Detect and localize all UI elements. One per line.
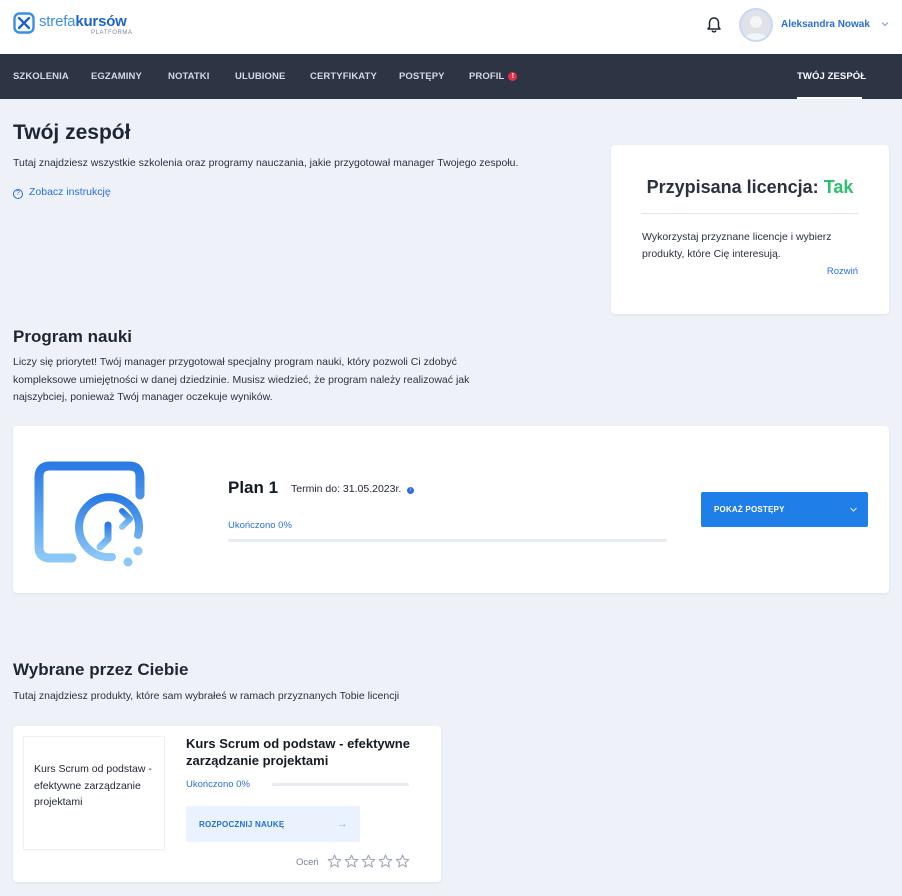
star-icon[interactable]: [327, 854, 342, 869]
logo-subtitle: PLATFORMA: [91, 30, 133, 36]
license-title: Przypisana licencja: Tak: [611, 177, 889, 198]
logo[interactable]: strefakursów PLATFORMA: [13, 12, 143, 42]
divider: [641, 213, 859, 214]
instructions-link-label: Zobacz instrukcję: [29, 186, 111, 198]
show-progress-button[interactable]: POKAŻ POSTĘPY: [701, 492, 868, 527]
course-title[interactable]: Kurs Scrum od podstaw - efektywne zarząd…: [186, 736, 426, 769]
logo-text: strefakursów: [39, 13, 127, 30]
plan-deadline-text: Termin do: 31.05.2023r.: [291, 483, 402, 495]
nav-item-notatki[interactable]: NOTATKI: [168, 71, 210, 82]
page-title: Twój zespół: [13, 121, 131, 144]
avatar[interactable]: [739, 8, 773, 42]
license-title-label: Przypisana licencja:: [646, 177, 819, 197]
license-description: Wykorzystaj przyznane licencje i wybierz…: [642, 231, 832, 260]
star-icon[interactable]: [361, 854, 376, 869]
arrow-right-icon: →: [336, 818, 348, 830]
nav-item-profil-label: PROFIL: [469, 71, 505, 82]
bell-icon[interactable]: [706, 16, 722, 34]
nav-item-twoj-zespol[interactable]: TWÓJ ZESPÓŁ: [797, 71, 866, 82]
nav-item-postepy[interactable]: POSTĘPY: [399, 71, 445, 82]
course-thumbnail-text: Kurs Scrum od podstaw - efektywne zarząd…: [34, 763, 152, 808]
help-icon: ?: [13, 189, 23, 199]
picked-description: Tutaj znajdziesz produkty, które sam wyb…: [13, 690, 400, 702]
star-icon[interactable]: [395, 854, 410, 869]
nav-item-ulubione[interactable]: ULUBIONE: [235, 71, 285, 82]
user-name[interactable]: Aleksandra Nowak: [781, 19, 870, 30]
star-icon[interactable]: [378, 854, 393, 869]
top-header: strefakursów PLATFORMA Aleksandra Nowak: [0, 0, 902, 54]
star-rating: [327, 854, 410, 869]
star-icon[interactable]: [344, 854, 359, 869]
license-value: Tak: [823, 177, 854, 197]
course-thumbnail[interactable]: Kurs Scrum od podstaw - efektywne zarząd…: [23, 736, 165, 850]
license-card: Przypisana licencja: Tak Wykorzystaj prz…: [611, 145, 889, 314]
program-title: Program nauki: [13, 327, 133, 346]
plan-progress-bar: [228, 539, 667, 542]
rate-label: Oceń: [296, 857, 319, 868]
plan-progress-label: Ukończono 0%: [228, 520, 292, 531]
main-nav: SZKOLENIA EGZAMINY NOTATKI ULUBIONE CERT…: [0, 54, 902, 99]
course-progress-bar: [272, 783, 409, 786]
alert-icon: !: [508, 72, 518, 81]
course-card: Kurs Scrum od podstaw - efektywne zarząd…: [13, 726, 441, 882]
user-avatar-icon: [741, 10, 771, 40]
calendar-clock-icon: [34, 453, 145, 567]
show-progress-label: POKAŻ POSTĘPY: [714, 505, 785, 514]
page-intro: Tutaj znajdziesz wszystkie szkolenia ora…: [13, 157, 519, 169]
plan-card: Plan 1 Termin do: 31.05.2023r. i Ukończon…: [13, 426, 889, 593]
nav-item-egzaminy[interactable]: EGZAMINY: [91, 71, 142, 82]
plan-deadline: Termin do: 31.05.2023r. i: [291, 483, 415, 495]
expand-link[interactable]: Rozwiń: [827, 266, 858, 277]
nav-item-profil[interactable]: PROFIL!: [469, 71, 518, 82]
logo-icon: [13, 12, 35, 34]
nav-item-szkolenia[interactable]: SZKOLENIA: [13, 71, 69, 82]
course-progress-label: Ukończono 0%: [186, 779, 250, 790]
active-tab-indicator: [797, 97, 862, 99]
start-learning-button[interactable]: ROZPOCZNIJ NAUKĘ →: [186, 806, 360, 842]
info-icon[interactable]: i: [407, 487, 415, 494]
start-learning-label: ROZPOCZNIJ NAUKĘ: [199, 820, 285, 829]
instructions-link[interactable]: ? Zobacz instrukcję: [13, 186, 111, 199]
program-description: Liczy się priorytet! Twój manager przygo…: [13, 356, 470, 403]
chevron-down-icon: [850, 507, 857, 512]
picked-title: Wybrane przez Ciebie: [13, 660, 189, 679]
nav-item-certyfikaty[interactable]: CERTYFIKATY: [310, 71, 377, 82]
chevron-down-icon[interactable]: [880, 19, 890, 29]
plan-title: Plan 1: [228, 478, 279, 497]
